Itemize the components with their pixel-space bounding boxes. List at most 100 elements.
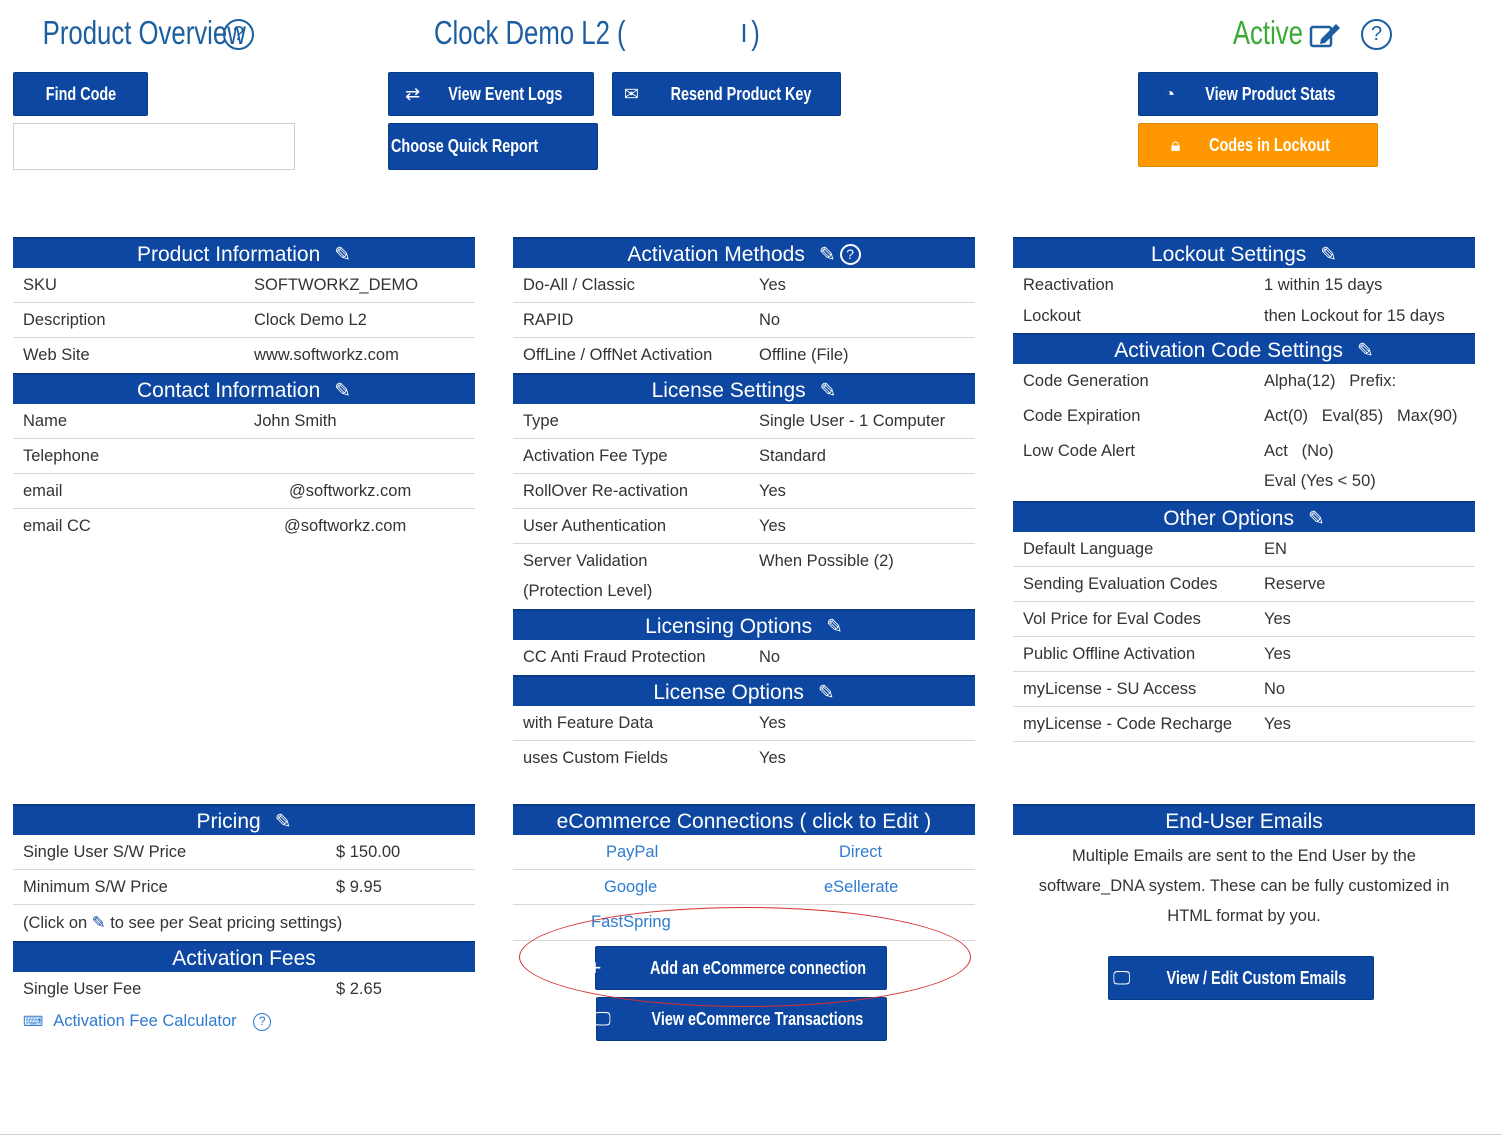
status-help-icon[interactable]: ? [1361,19,1392,50]
activation-code-settings-header[interactable]: Activation Code Settings ✎ [1013,333,1475,364]
find-code-button[interactable]: Find Code [13,72,148,116]
ecommerce-link-fastspring[interactable]: FastSpring [591,913,671,932]
pencil-icon[interactable]: ✎ [334,240,351,271]
view-event-logs-button[interactable]: ⇄ View Event Logs [388,72,594,116]
row-label: uses Custom Fields [523,749,668,767]
lockout-settings-title: Lockout Settings [1150,243,1307,266]
view-ecommerce-transactions-button[interactable]: 🖵 View eCommerce Transactions [593,997,887,1041]
license-settings-header[interactable]: License Settings ✎ [513,373,975,404]
activation-methods-header[interactable]: Activation Methods ✎? [513,237,975,268]
choose-quick-report-button[interactable]: Choose Quick Report [388,123,598,170]
activation-methods-panel: Activation Methods ✎? Do-All / Classic Yes… [513,237,975,776]
pencil-icon[interactable]: ✎ [1308,504,1325,535]
ecommerce-link-direct[interactable]: Direct [839,843,882,862]
pencil-icon[interactable]: ✎ [826,612,843,643]
row-label: with Feature Data [523,714,654,732]
gauge-icon: ◔ [1164,83,1176,104]
pencil-icon[interactable]: ✎ [1357,336,1374,367]
row-label: Telephone [23,447,100,465]
edit-icon[interactable] [1309,20,1341,55]
table-row: myLicense - SU Access No [1013,672,1475,707]
row-label: Code Generation [1023,372,1149,390]
table-row: Activation Fee Type Standard [513,439,975,474]
pencil-icon[interactable]: ✎ [819,240,836,271]
lockout-settings-header[interactable]: Lockout Settings ✎ [1013,237,1475,268]
ecommerce-link-google[interactable]: Google [604,878,657,897]
ecommerce-header[interactable]: eCommerce Connections ( click to Edit ) [513,804,975,835]
product-information-title: Product Information [136,243,321,266]
lockout-settings-panel: Lockout Settings ✎ Reactivation 1 within 1… [1013,237,1475,742]
row-label: email CC [23,517,91,535]
resend-product-key-label: Resend Product Key [670,83,812,104]
pencil-icon[interactable]: ✎ [334,376,351,407]
table-row: myLicense - Code Recharge Yes [1013,707,1475,742]
other-options-title: Other Options [1163,507,1294,530]
pricing-title: Pricing [196,810,261,833]
row-label: Do-All / Classic [523,276,635,294]
row-value: Reserve [1264,575,1326,593]
table-row: Sending Evaluation Codes Reserve [1013,567,1475,602]
view-edit-custom-emails-button[interactable]: 🖵 View / Edit Custom Emails [1108,956,1374,1000]
help-icon[interactable]: ? [253,1013,272,1031]
help-icon[interactable]: ? [223,19,254,50]
row-value: Yes [1264,645,1291,663]
activation-methods-title: Activation Methods [627,243,805,266]
pricing-note-text: (Click on ✎ to see per Seat pricing sett… [23,913,342,933]
table-row: Public Offline Activation Yes [1013,637,1475,672]
row-label: myLicense - SU Access [1023,680,1197,698]
row-label: Server Validation [523,552,648,570]
table-row: Single User Fee $ 2.65 [13,972,475,1007]
table-row: OffLine / OffNet Activation Offline (File… [513,338,975,373]
add-ecommerce-connection-label: Add an eCommerce connection [650,957,867,978]
view-edit-custom-emails-label: View / Edit Custom Emails [1166,967,1347,988]
pencil-icon[interactable]: ✎ [820,376,837,407]
resend-product-key-button[interactable]: ✉ Resend Product Key [612,72,841,116]
pencil-icon[interactable]: ✎ [818,678,835,709]
table-row: Name John Smith [13,404,475,439]
activation-fees-header: Activation Fees [13,941,475,972]
ecommerce-link-paypal[interactable]: PayPal [606,843,658,862]
row-label: Web Site [23,346,90,364]
row-label: Single User Fee [23,980,142,998]
row-label: RAPID [523,311,574,329]
row-label: User Authentication [523,517,667,535]
row-value: When Possible (2) [759,552,894,570]
row-label-secondary: (Protection Level) [523,582,653,600]
row-label: Name [23,412,68,430]
help-icon[interactable]: ? [839,244,861,265]
other-options-header[interactable]: Other Options ✎ [1013,501,1475,532]
row-value: Yes [759,714,786,732]
add-ecommerce-connection-button[interactable]: + Add an eCommerce connection [589,946,887,990]
activation-code-settings-title: Activation Code Settings [1114,339,1344,362]
pricing-header[interactable]: Pricing ✎ [13,804,475,835]
row-value: Act(0) Eval(85) Max(90) [1264,407,1458,425]
product-information-header[interactable]: Product Information ✎ [13,237,475,268]
pencil-icon[interactable]: ✎ [92,914,106,932]
codes-in-lockout-button[interactable]: 🔒︎ Codes in Lockout [1138,123,1378,167]
table-row: Single User S/W Price $ 150.00 [13,835,475,870]
row-label: Minimum S/W Price [23,878,168,896]
licensing-options-header[interactable]: Licensing Options ✎ [513,609,975,640]
pencil-icon[interactable]: ✎ [1320,240,1337,271]
product-name-text: Clock Demo L2 ( [433,14,626,51]
table-row: Vol Price for Eval Codes Yes [1013,602,1475,637]
table-row: Telephone [13,439,475,474]
contact-information-header[interactable]: Contact Information ✎ [13,373,475,404]
license-options-title: License Options [653,681,804,704]
activation-fee-calculator-row: ⌨ Activation Fee Calculator ? [13,1007,475,1039]
pricing-note: (Click on ✎ to see per Seat pricing sett… [13,905,475,941]
view-product-stats-button[interactable]: ◔ View Product Stats [1138,72,1378,116]
license-options-header[interactable]: License Options ✎ [513,675,975,706]
activation-fee-calculator-label: Activation Fee Calculator [53,1012,237,1030]
row-value: SOFTWORKZ_DEMO [254,276,419,294]
find-code-input[interactable] [13,123,295,170]
ecommerce-link-esellerate[interactable]: eSellerate [824,878,898,897]
status-active: Active [1232,14,1303,51]
monitor-icon: 🖵 [1112,967,1131,988]
pencil-icon[interactable]: ✎ [275,807,292,838]
row-value: Yes [759,517,786,535]
row-value: 1 within 15 days [1264,276,1383,294]
ecommerce-title: eCommerce Connections ( click to Edit ) [556,810,932,833]
row-label: Reactivation [1023,276,1114,294]
activation-fee-calculator-link[interactable]: ⌨ Activation Fee Calculator ? [23,1012,272,1031]
